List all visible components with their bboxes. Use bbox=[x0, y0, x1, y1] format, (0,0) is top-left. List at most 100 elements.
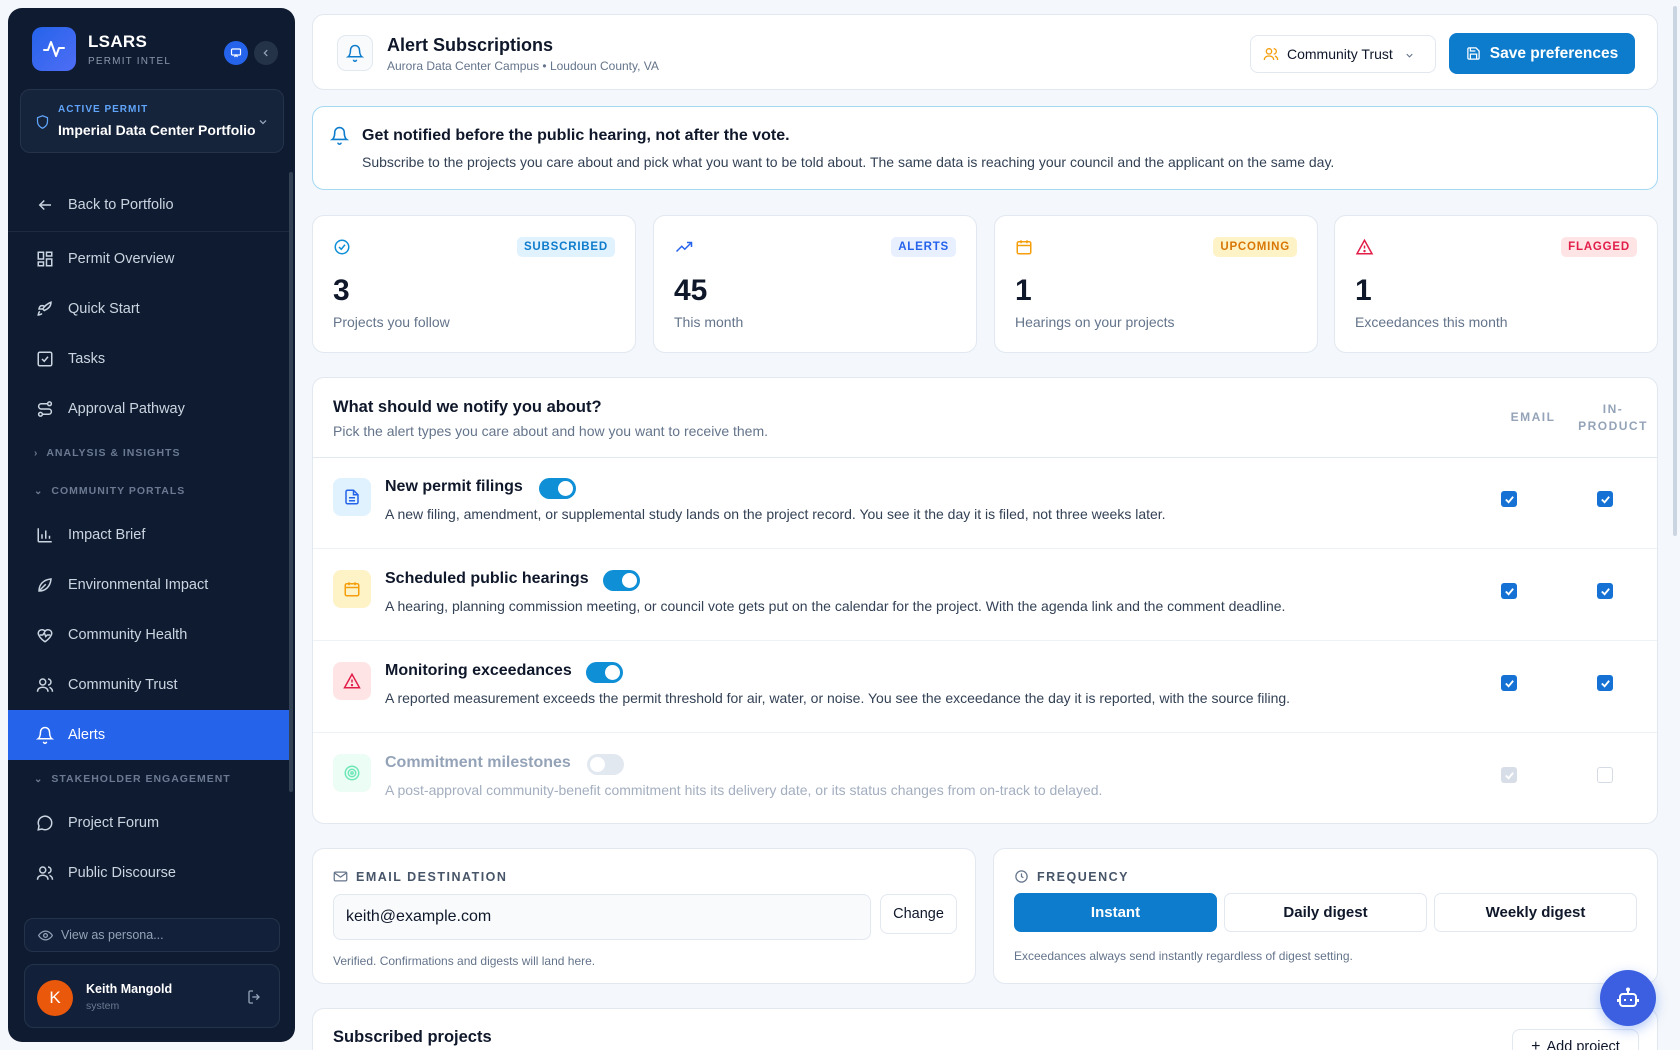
alert-type-title: Monitoring exceedances bbox=[385, 662, 572, 679]
section-label: STAKEHOLDER ENGAGEMENT bbox=[51, 773, 231, 785]
back-to-portfolio[interactable]: Back to Portfolio bbox=[8, 178, 290, 232]
brand[interactable]: LSARS PERMIT INTEL bbox=[32, 27, 171, 71]
chevron-left-icon bbox=[263, 49, 268, 57]
chat-icon bbox=[230, 48, 242, 58]
sidebar-item-quick-start[interactable]: Quick Start bbox=[8, 284, 290, 334]
alert-type-toggle[interactable] bbox=[586, 662, 623, 683]
chat-button[interactable] bbox=[224, 41, 248, 65]
alert-type-toggle[interactable] bbox=[603, 570, 640, 591]
alert-type-description: A hearing, planning commission meeting, … bbox=[385, 598, 1286, 614]
sidebar-item-approval-pathway[interactable]: Approval Pathway bbox=[8, 384, 290, 434]
pulse-logo-icon bbox=[32, 27, 76, 71]
sidebar-item-environmental-impact[interactable]: Environmental Impact bbox=[8, 560, 290, 610]
warning-triangle-icon bbox=[1355, 238, 1374, 255]
users-icon bbox=[36, 866, 54, 880]
alert-type-description: A new filing, amendment, or supplemental… bbox=[385, 506, 1166, 522]
sidebar-item-label: Impact Brief bbox=[68, 527, 146, 543]
active-permit-selector[interactable]: ACTIVE PERMIT Imperial Data Center Portf… bbox=[20, 89, 284, 153]
alert-type-title: Commitment milestones bbox=[385, 754, 571, 771]
rocket-icon bbox=[37, 301, 52, 316]
users-icon bbox=[1263, 48, 1279, 61]
frequency-weekly-button[interactable]: Weekly digest bbox=[1434, 893, 1637, 932]
email-checkbox[interactable] bbox=[1501, 583, 1517, 599]
notification-preferences: What should we notify you about? Pick th… bbox=[312, 377, 1658, 824]
sidebar-item-community-trust[interactable]: Community Trust bbox=[8, 660, 290, 710]
stat-value: 45 bbox=[674, 274, 708, 307]
change-email-button[interactable]: Change bbox=[880, 894, 957, 934]
user-card: K Keith Mangold system bbox=[24, 964, 280, 1028]
heading-label: FREQUENCY bbox=[1037, 869, 1129, 884]
calendar-icon bbox=[333, 570, 371, 608]
view-as-persona-button[interactable]: View as persona... bbox=[24, 918, 280, 952]
add-project-button[interactable]: + Add project bbox=[1512, 1029, 1639, 1050]
in-product-checkbox[interactable] bbox=[1597, 491, 1613, 507]
in-product-checkbox[interactable] bbox=[1597, 675, 1613, 691]
frequency-daily-button[interactable]: Daily digest bbox=[1224, 893, 1427, 932]
checkbox-icon bbox=[37, 351, 53, 367]
alert-type-title: New permit filings bbox=[385, 478, 523, 495]
calendar-icon bbox=[1016, 240, 1032, 255]
sidebar-item-label: Public Discourse bbox=[68, 865, 176, 881]
stat-value: 1 bbox=[1355, 274, 1372, 307]
collapse-sidebar-button[interactable] bbox=[254, 41, 278, 65]
section-analysis-insights[interactable]: › ANALYSIS & INSIGHTS bbox=[8, 434, 290, 472]
frequency-heading: FREQUENCY bbox=[1014, 869, 1129, 884]
email-checkbox[interactable] bbox=[1501, 491, 1517, 507]
alert-type-row: Commitment milestones A post-approval co… bbox=[313, 734, 1657, 825]
bell-icon bbox=[36, 726, 54, 744]
sidebar-item-tasks[interactable]: Tasks bbox=[8, 334, 290, 384]
check-icon bbox=[1600, 679, 1610, 688]
back-label: Back to Portfolio bbox=[68, 196, 174, 213]
email-field[interactable] bbox=[333, 894, 871, 940]
sidebar-item-public-discourse[interactable]: Public Discourse bbox=[8, 848, 290, 898]
chevron-down-icon bbox=[259, 120, 267, 125]
section-stakeholder-engagement[interactable]: ⌄ STAKEHOLDER ENGAGEMENT bbox=[8, 760, 290, 798]
trending-up-icon bbox=[675, 241, 693, 253]
sidebar-item-project-forum[interactable]: Project Forum bbox=[8, 798, 290, 848]
check-icon bbox=[1600, 587, 1610, 596]
bell-icon bbox=[330, 126, 349, 145]
banner-text: Subscribe to the projects you care about… bbox=[362, 154, 1335, 170]
column-header-line: PRODUCT bbox=[1578, 419, 1648, 433]
sidebar-item-label: Quick Start bbox=[68, 301, 140, 317]
sidebar-item-impact-brief[interactable]: Impact Brief bbox=[8, 510, 290, 560]
assistant-bot-button[interactable] bbox=[1600, 970, 1656, 1026]
section-subtitle: Pick the alert types you care about and … bbox=[333, 423, 769, 439]
mail-icon bbox=[333, 871, 348, 882]
alert-type-row: Scheduled public hearings A hearing, pla… bbox=[313, 550, 1657, 641]
alert-type-description: A reported measurement exceeds the permi… bbox=[385, 690, 1291, 706]
info-banner: Get notified before the public hearing, … bbox=[312, 106, 1658, 190]
brand-subtitle: PERMIT INTEL bbox=[88, 55, 172, 67]
main-scrollbar[interactable] bbox=[1673, 6, 1677, 536]
in-product-checkbox[interactable] bbox=[1597, 583, 1613, 599]
alert-type-toggle[interactable] bbox=[539, 478, 576, 499]
stat-badge: UPCOMING bbox=[1213, 237, 1297, 257]
heading-label: EMAIL DESTINATION bbox=[356, 869, 508, 884]
users-icon bbox=[36, 678, 54, 692]
frequency-instant-button[interactable]: Instant bbox=[1014, 893, 1217, 932]
user-role: system bbox=[86, 1000, 120, 1012]
sidebar-item-alerts[interactable]: Alerts bbox=[8, 710, 290, 760]
email-checkbox[interactable] bbox=[1501, 767, 1517, 783]
section-community-portals[interactable]: ⌄ COMMUNITY PORTALS bbox=[8, 472, 290, 510]
sidebar-item-community-health[interactable]: Community Health bbox=[8, 610, 290, 660]
stat-value: 1 bbox=[1015, 274, 1032, 307]
stat-card-subscribed: SUBSCRIBED 3 Projects you follow bbox=[312, 215, 636, 353]
sidebar-item-permit-overview[interactable]: Permit Overview bbox=[8, 234, 290, 284]
save-preferences-button[interactable]: Save preferences bbox=[1449, 33, 1635, 74]
eye-icon bbox=[38, 929, 53, 941]
sidebar-item-label: Community Health bbox=[68, 627, 188, 643]
stat-badge: SUBSCRIBED bbox=[516, 237, 615, 257]
logout-icon[interactable] bbox=[247, 989, 263, 1005]
check-icon bbox=[1504, 771, 1514, 780]
in-product-checkbox[interactable] bbox=[1597, 767, 1613, 783]
bar-chart-icon bbox=[37, 528, 52, 543]
heart-pulse-icon bbox=[37, 629, 53, 643]
email-checkbox[interactable] bbox=[1501, 675, 1517, 691]
stat-label: This month bbox=[674, 314, 744, 330]
sidebar-item-label: Alerts bbox=[68, 727, 106, 743]
sidebar-scrollbar[interactable] bbox=[289, 172, 293, 792]
route-icon bbox=[37, 401, 53, 417]
persona-select[interactable]: Community Trust bbox=[1250, 35, 1436, 73]
alert-type-toggle[interactable] bbox=[587, 754, 624, 775]
